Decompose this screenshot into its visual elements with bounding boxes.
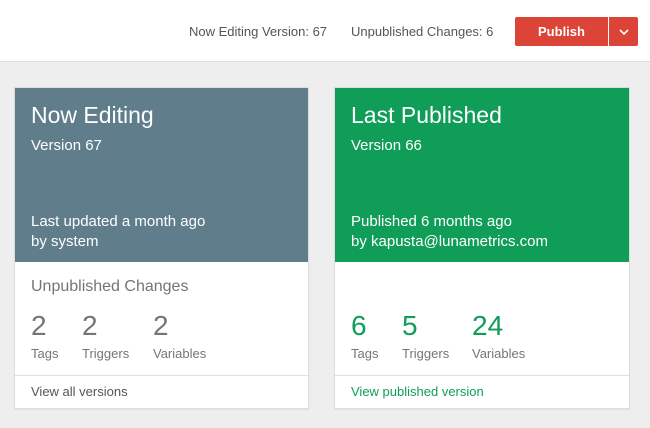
last-published-card: Last Published Version 66 Published 6 mo…: [334, 87, 630, 409]
top-bar: Now Editing Version: 67 Unpublished Chan…: [0, 0, 650, 62]
publish-dropdown-button[interactable]: [609, 17, 638, 46]
unpublished-changes-text: Unpublished Changes: 6: [351, 24, 494, 39]
stat-variables: 2 Variables: [153, 310, 206, 361]
stat-label: Triggers: [82, 346, 130, 361]
stat-variables: 24 Variables: [472, 310, 525, 361]
stat-tags: 6 Tags: [351, 310, 378, 361]
card-title: Last Published: [351, 102, 502, 128]
stat-label: Variables: [472, 346, 526, 361]
stat-label: Tags: [351, 346, 379, 361]
last-updated-text: Last updated a month ago: [31, 213, 206, 230]
view-published-version-link[interactable]: View published version: [351, 384, 484, 399]
published-by-text: by kapusta@lunametrics.com: [351, 233, 548, 250]
card-version: Version 67: [31, 137, 102, 154]
card-title: Now Editing: [31, 102, 154, 128]
unpublished-changes-label: Unpublished Changes: [31, 278, 189, 295]
chevron-down-icon: [618, 28, 629, 35]
now-editing-version-text: Now Editing Version: 67: [189, 24, 328, 39]
updated-by-text: by system: [31, 233, 99, 250]
publish-button[interactable]: Publish: [515, 17, 608, 46]
now-editing-card: Now Editing Version 67 Last updated a mo…: [14, 87, 309, 409]
stat-value: 24: [472, 310, 504, 341]
now-editing-header: Now Editing Version 67 Last updated a mo…: [15, 88, 308, 262]
stat-value: 6: [351, 310, 367, 341]
stat-value: 2: [153, 310, 169, 341]
stat-label: Triggers: [402, 346, 450, 361]
stat-triggers: 5 Triggers: [402, 310, 449, 361]
stat-value: 5: [402, 310, 418, 341]
stat-tags: 2 Tags: [31, 310, 58, 361]
card-footer: View published version: [335, 375, 629, 408]
published-time-text: Published 6 months ago: [351, 213, 512, 230]
card-version: Version 66: [351, 137, 422, 154]
card-footer: View all versions: [15, 375, 308, 408]
stat-triggers: 2 Triggers: [82, 310, 129, 361]
stat-value: 2: [82, 310, 98, 341]
last-published-header: Last Published Version 66 Published 6 mo…: [335, 88, 629, 262]
view-all-versions-link[interactable]: View all versions: [31, 384, 128, 399]
stat-label: Tags: [31, 346, 59, 361]
stat-value: 2: [31, 310, 47, 341]
stat-label: Variables: [153, 346, 207, 361]
